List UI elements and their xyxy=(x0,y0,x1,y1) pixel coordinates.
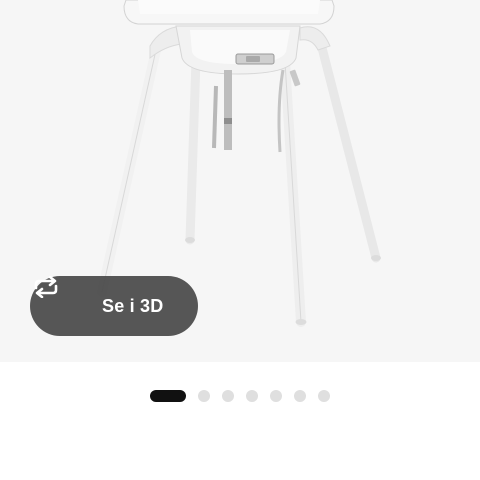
view-3d-label: Se i 3D xyxy=(102,295,164,316)
carousel-dot[interactable] xyxy=(150,390,186,402)
carousel-dot[interactable] xyxy=(318,390,330,402)
rotate-arrows-icon xyxy=(34,276,88,318)
carousel-dot[interactable] xyxy=(294,390,306,402)
view-3d-button[interactable]: Se i 3D xyxy=(30,276,198,336)
carousel-dot[interactable] xyxy=(246,390,258,402)
product-page: Se i 3D xyxy=(0,0,480,480)
image-carousel-indicator xyxy=(0,389,480,403)
carousel-dot[interactable] xyxy=(270,390,282,402)
carousel-dot[interactable] xyxy=(198,390,210,402)
product-image[interactable]: Se i 3D xyxy=(0,0,480,362)
carousel-dot[interactable] xyxy=(222,390,234,402)
